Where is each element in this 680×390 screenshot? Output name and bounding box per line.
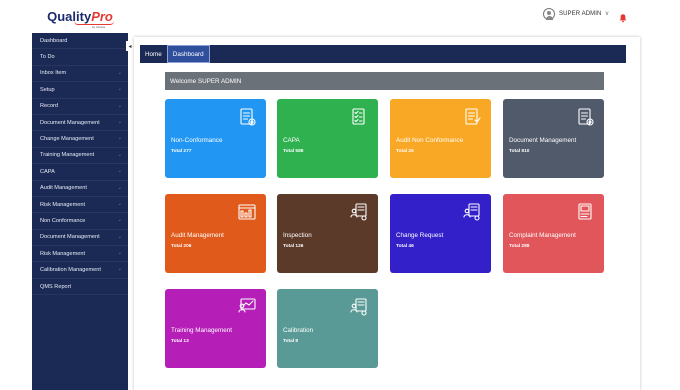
brand-logo[interactable]: QualityPro by Vindus <box>32 0 128 33</box>
sidebar-item-label: Document Management <box>40 234 100 241</box>
card-total: Total 277 <box>171 149 192 154</box>
sidebar-item-label: Dashboard <box>40 37 68 44</box>
card-title: Calibration <box>283 327 314 334</box>
card-total: Total 588 <box>283 149 304 154</box>
clipboard-gear-icon <box>237 107 257 127</box>
sidebar-item[interactable]: Training Management ⌄ <box>32 148 128 165</box>
training-icon <box>237 297 257 317</box>
page: QualityPro by Vindus SUPER ADMIN v Dashb… <box>0 0 680 390</box>
complaint-icon <box>575 202 595 222</box>
chevron-down-icon: ⌄ <box>117 217 122 224</box>
card-total: Total 26 <box>396 149 414 154</box>
sidebar-item-label: Inbox Item <box>40 70 67 77</box>
sidebar-item[interactable]: Risk Management ⌄ <box>32 246 128 263</box>
sidebar: Dashboard To Do Inbox Item ⌄ Setup ⌄ Record ⌄ Do… <box>32 33 128 390</box>
checklist-icon <box>349 107 369 127</box>
card-total: Total 810 <box>509 149 530 154</box>
sidebar-item-label: Training Management <box>40 152 95 159</box>
chevron-down-icon: ⌄ <box>117 135 122 142</box>
sidebar-item[interactable]: Document Management ⌄ <box>32 115 128 132</box>
chevron-down-icon: ⌄ <box>117 86 122 93</box>
chevron-down-icon: ⌄ <box>117 266 122 273</box>
brand-tagline: by Vindus <box>92 25 106 29</box>
sidebar-item-label: To Do <box>40 54 55 61</box>
sidebar-item[interactable]: Non Conformance ⌄ <box>32 213 128 230</box>
user-menu[interactable]: SUPER ADMIN v <box>543 8 608 20</box>
chevron-down-icon: ⌄ <box>117 151 122 158</box>
dashboard-card[interactable]: Non-Conformance Total 277 <box>165 99 266 178</box>
sidebar-collapse-button[interactable]: ◂ <box>126 41 134 51</box>
card-title: CAPA <box>283 137 300 144</box>
sidebar-item-label: Record <box>40 103 59 110</box>
card-total: Total 126 <box>283 244 304 249</box>
bell-icon[interactable] <box>618 10 628 23</box>
calibration-icon <box>349 297 369 317</box>
card-total: Total 8 <box>283 339 299 344</box>
card-title: Audit Non Conformance <box>396 137 464 144</box>
user-avatar-icon <box>543 8 555 20</box>
card-title: Complaint Management <box>509 232 576 239</box>
tab-home[interactable]: Home <box>140 45 167 63</box>
card-title: Non-Conformance <box>171 137 223 144</box>
user-name: SUPER ADMIN <box>559 11 602 17</box>
chevron-down-icon: v <box>605 11 609 17</box>
chevron-down-icon: ⌄ <box>117 168 122 175</box>
document-settings-icon <box>575 107 595 127</box>
card-title: Training Management <box>171 327 233 334</box>
sidebar-item[interactable]: Calibration Management ⌄ <box>32 262 128 279</box>
sidebar-item-label: Non Conformance <box>40 217 86 224</box>
card-title: Change Request <box>396 232 444 239</box>
sidebar-item[interactable]: Change Management ⌄ <box>32 131 128 148</box>
dashboard-card[interactable]: Calibration Total 8 <box>277 289 378 368</box>
dashboard-card[interactable]: Complaint Management Total 288 <box>503 194 604 273</box>
sidebar-item-label: Change Management <box>40 136 94 143</box>
sidebar-item-label: Risk Management <box>40 250 86 257</box>
sidebar-item[interactable]: Audit Management ⌄ <box>32 181 128 197</box>
sidebar-item[interactable]: CAPA ⌄ <box>32 164 128 181</box>
tab-dashboard[interactable]: Dashboard <box>166 45 210 63</box>
chevron-down-icon: ⌄ <box>117 233 122 240</box>
sidebar-item[interactable]: QMS Report <box>32 279 128 296</box>
dashboard-card[interactable]: Training Management Total 13 <box>165 289 266 368</box>
card-total: Total 46 <box>396 244 414 249</box>
sidebar-item[interactable]: Setup ⌄ <box>32 82 128 99</box>
dashboard-card[interactable]: Audit Non Conformance Total 26 <box>390 99 491 178</box>
document-audit-icon <box>462 107 482 127</box>
chevron-down-icon: ⌄ <box>117 102 122 109</box>
sidebar-item-label: Calibration Management <box>40 267 101 274</box>
chevron-down-icon: ⌄ <box>117 200 122 207</box>
welcome-banner: Welcome SUPER ADMIN <box>165 72 604 90</box>
card-title: Document Management <box>509 137 577 144</box>
chevron-down-icon: ⌄ <box>117 69 122 76</box>
sidebar-item-label: Setup <box>40 86 55 93</box>
sidebar-item-label: Document Management <box>40 119 100 126</box>
card-title: Audit Management <box>171 232 224 239</box>
chevron-down-icon: ⌄ <box>117 118 122 125</box>
sidebar-item[interactable]: Record ⌄ <box>32 99 128 115</box>
sidebar-item-label: QMS Report <box>40 283 72 290</box>
chevron-down-icon: ⌄ <box>117 184 122 191</box>
change-request-icon <box>462 202 482 222</box>
sidebar-item[interactable]: Inbox Item ⌄ <box>32 66 128 83</box>
dashboard-card[interactable]: CAPA Total 588 <box>277 99 378 178</box>
dashboard-card[interactable]: Document Management Total 810 <box>503 99 604 178</box>
dashboard-card[interactable]: Audit Management Total 206 <box>165 194 266 273</box>
sidebar-item[interactable]: Document Management ⌄ <box>32 230 128 247</box>
sidebar-item-label: Audit Management <box>40 185 87 192</box>
card-total: Total 13 <box>171 339 189 344</box>
card-title: Inspection <box>283 232 312 239</box>
sidebar-item[interactable]: To Do <box>32 49 128 66</box>
dashboard-card[interactable]: Change Request Total 46 <box>390 194 491 273</box>
card-total: Total 206 <box>171 244 192 249</box>
audit-report-icon <box>237 202 257 222</box>
sidebar-item[interactable]: Dashboard <box>32 33 128 50</box>
card-total: Total 288 <box>509 244 530 249</box>
inspection-icon <box>349 202 369 222</box>
sidebar-item[interactable]: Risk Management ⌄ <box>32 197 128 214</box>
sidebar-item-label: Risk Management <box>40 201 86 208</box>
dashboard-card[interactable]: Inspection Total 126 <box>277 194 378 273</box>
chevron-down-icon: ⌄ <box>117 250 122 257</box>
sidebar-item-label: CAPA <box>40 168 55 175</box>
tab-bar: Home Dashboard <box>140 45 626 63</box>
